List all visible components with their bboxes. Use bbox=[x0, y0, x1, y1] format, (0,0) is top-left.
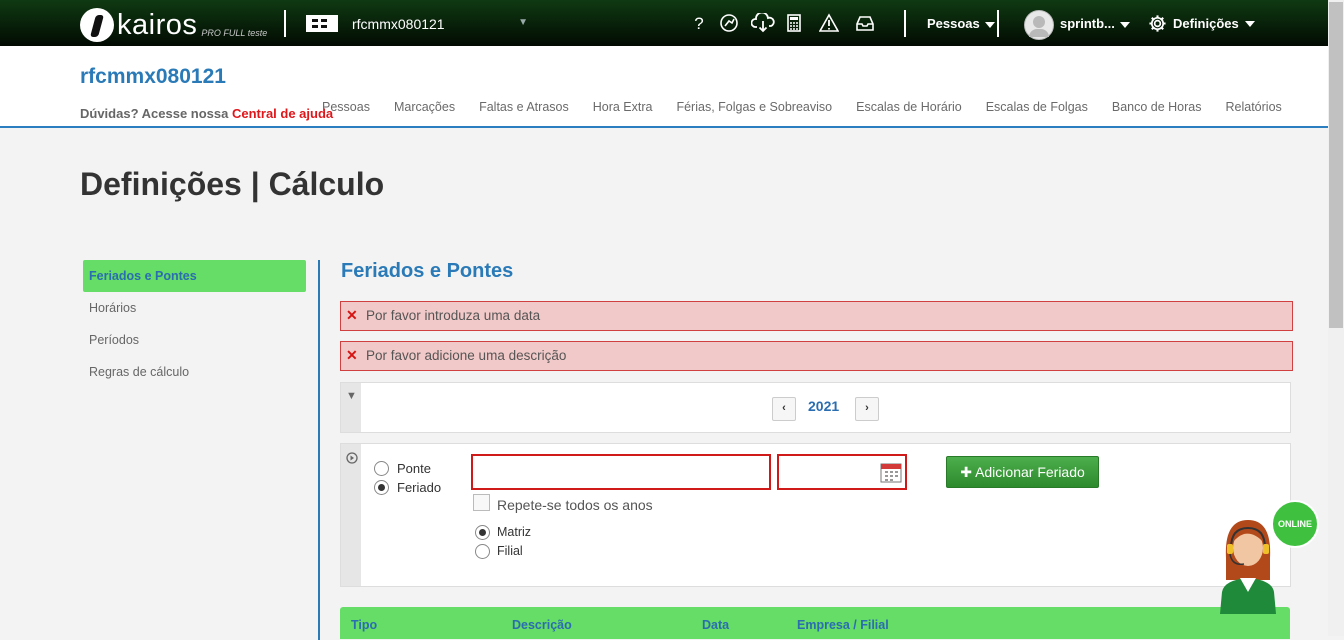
logo-edition: PRO FULL teste bbox=[201, 28, 268, 38]
help-prefix: Dúvidas? Acesse nossa bbox=[80, 106, 229, 121]
panel-strip bbox=[341, 444, 361, 586]
repeat-yearly-label: Repete-se todos os anos bbox=[497, 497, 653, 513]
kairos-logo-icon bbox=[80, 8, 114, 42]
column-tipo[interactable]: Tipo bbox=[351, 618, 377, 632]
radio-matriz-label: Matriz bbox=[497, 525, 532, 539]
holidays-table-header: Tipo Descrição Data Empresa / Filial bbox=[340, 607, 1290, 639]
help-center-link[interactable]: Central de ajuda bbox=[232, 106, 333, 121]
live-chat-widget[interactable]: ONLINE bbox=[1214, 500, 1319, 614]
chat-support-icon[interactable] bbox=[718, 13, 740, 35]
top-bar: kairos PRO FULL teste rfcmmx080121 ▼ ? P… bbox=[0, 0, 1328, 46]
kairos-logo[interactable]: kairos PRO FULL teste bbox=[80, 4, 267, 42]
column-empresa-filial[interactable]: Empresa / Filial bbox=[797, 618, 889, 632]
plus-icon: ✚ bbox=[960, 464, 972, 480]
collapse-toggle-icon[interactable] bbox=[346, 452, 358, 464]
online-badge: ONLINE bbox=[1271, 500, 1319, 548]
topbar-divider bbox=[997, 10, 999, 37]
settings-label: Definições bbox=[1173, 16, 1239, 31]
year-filter-panel: ▼ ‹ 2021 › bbox=[340, 382, 1291, 433]
nav-pessoas[interactable]: Pessoas bbox=[322, 100, 370, 114]
inbox-icon[interactable] bbox=[854, 13, 876, 35]
gear-icon bbox=[1149, 15, 1166, 32]
topbar-divider bbox=[904, 10, 906, 37]
repeat-yearly-checkbox[interactable] bbox=[473, 494, 490, 511]
sidebar-item-regras[interactable]: Regras de cálculo bbox=[83, 356, 306, 388]
description-input[interactable] bbox=[471, 454, 771, 490]
nav-relatorios[interactable]: Relatórios bbox=[1226, 100, 1282, 114]
radio-filial[interactable] bbox=[475, 544, 490, 559]
scrollbar-thumb[interactable] bbox=[1329, 2, 1343, 328]
alert-message: Por favor introduza uma data bbox=[366, 308, 541, 323]
radio-matriz[interactable] bbox=[475, 525, 490, 540]
nav-escalas-folgas[interactable]: Escalas de Folgas bbox=[986, 100, 1088, 114]
nav-banco-horas[interactable]: Banco de Horas bbox=[1112, 100, 1202, 114]
nav-marcacoes[interactable]: Marcações bbox=[394, 100, 455, 114]
help-text: Dúvidas? Acesse nossa Central de ajuda bbox=[80, 106, 333, 121]
radio-ponte-label: Ponte bbox=[397, 461, 431, 476]
warning-icon[interactable] bbox=[818, 13, 840, 35]
company-grid-icon bbox=[306, 15, 338, 32]
error-alert-description: ✕ Por favor adicione uma descrição bbox=[340, 341, 1293, 371]
calculator-icon[interactable] bbox=[783, 13, 805, 35]
add-holiday-label: Adicionar Feriado bbox=[975, 464, 1085, 480]
filter-icon[interactable]: ▼ bbox=[346, 390, 357, 402]
radio-filial-label: Filial bbox=[497, 544, 523, 558]
nav-ferias-folgas[interactable]: Férias, Folgas e Sobreaviso bbox=[676, 100, 832, 114]
nav-faltas-atrasos[interactable]: Faltas e Atrasos bbox=[479, 100, 569, 114]
chevron-down-icon bbox=[984, 21, 995, 28]
chevron-down-icon bbox=[1119, 21, 1130, 28]
settings-menu[interactable]: Definições bbox=[1148, 14, 1255, 33]
logo-text: kairos bbox=[117, 9, 198, 41]
help-icon[interactable]: ? bbox=[688, 13, 710, 35]
sidebar-divider bbox=[318, 260, 320, 640]
alert-message: Por favor adicione uma descrição bbox=[366, 348, 567, 363]
avatar[interactable] bbox=[1024, 10, 1054, 40]
section-title: Feriados e Pontes bbox=[341, 260, 514, 282]
column-descricao[interactable]: Descrição bbox=[512, 618, 572, 632]
user-name: sprintb... bbox=[1060, 16, 1115, 31]
cloud-download-icon[interactable] bbox=[750, 11, 776, 35]
year-label: 2021 bbox=[808, 398, 840, 414]
calendar-icon[interactable] bbox=[880, 461, 902, 483]
date-input[interactable] bbox=[777, 454, 907, 490]
sidebar-item-horarios[interactable]: Horários bbox=[83, 292, 306, 324]
previous-year-button[interactable]: ‹ bbox=[772, 397, 796, 421]
org-title: rfcmmx080121 bbox=[80, 65, 226, 88]
settings-sidebar: Feriados e Pontes Horários Períodos Regr… bbox=[83, 260, 306, 388]
sidebar-item-periodos[interactable]: Períodos bbox=[83, 324, 306, 356]
page-title: Definições | Cálculo bbox=[80, 166, 385, 202]
sidebar-item-feriados[interactable]: Feriados e Pontes bbox=[83, 260, 306, 292]
radio-ponte[interactable] bbox=[374, 461, 389, 476]
next-year-button[interactable]: › bbox=[855, 397, 879, 421]
add-holiday-panel: Ponte Feriado ✚ Adicionar Feriado Repete… bbox=[340, 443, 1291, 587]
secondary-header: rfcmmx080121 Dúvidas? Acesse nossa Centr… bbox=[0, 46, 1328, 128]
add-holiday-button[interactable]: ✚ Adicionar Feriado bbox=[946, 456, 1099, 488]
radio-feriado-label: Feriado bbox=[397, 480, 442, 495]
chevron-down-icon: ▼ bbox=[518, 17, 528, 28]
main-nav: Pessoas Marcações Faltas e Atrasos Hora … bbox=[322, 100, 1306, 114]
pessoas-menu[interactable]: Pessoas bbox=[927, 16, 995, 31]
panel-strip: ▼ bbox=[341, 383, 361, 432]
company-selector[interactable]: rfcmmx080121 ▼ bbox=[306, 14, 532, 34]
topbar-divider bbox=[284, 10, 286, 37]
error-x-icon: ✕ bbox=[346, 307, 358, 323]
radio-feriado[interactable] bbox=[374, 480, 389, 495]
chevron-down-icon bbox=[1244, 20, 1255, 27]
nav-hora-extra[interactable]: Hora Extra bbox=[593, 100, 653, 114]
error-alert-date: ✕ Por favor introduza uma data bbox=[340, 301, 1293, 331]
pessoas-menu-label: Pessoas bbox=[927, 16, 980, 31]
column-data[interactable]: Data bbox=[702, 618, 729, 632]
nav-escalas-horario[interactable]: Escalas de Horário bbox=[856, 100, 962, 114]
user-menu[interactable]: sprintb... bbox=[1060, 16, 1130, 31]
error-x-icon: ✕ bbox=[346, 347, 358, 363]
company-name: rfcmmx080121 bbox=[352, 16, 445, 32]
